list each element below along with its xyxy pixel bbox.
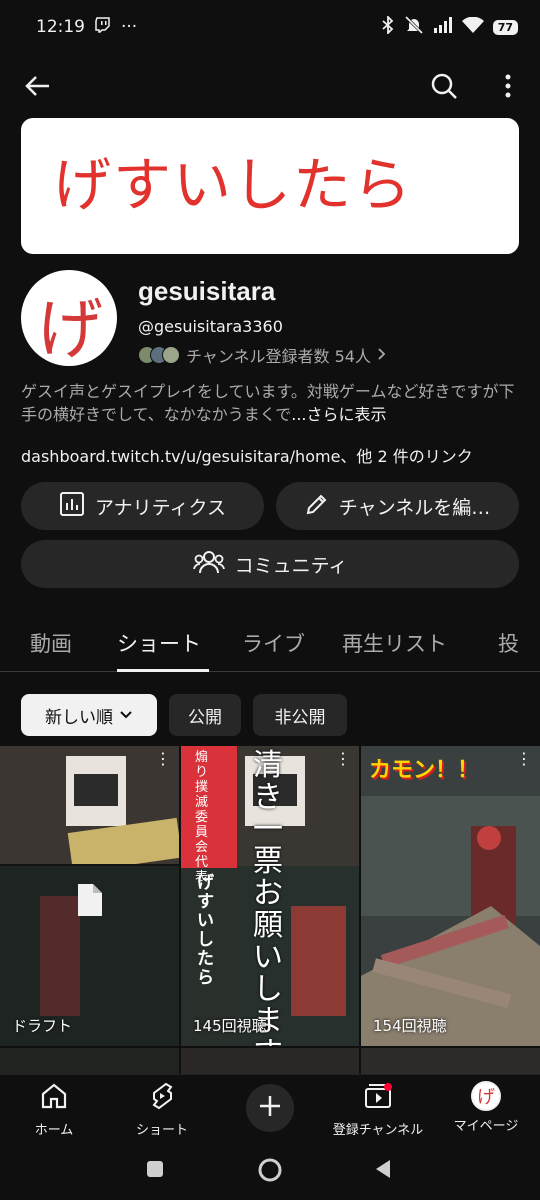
tab-videos[interactable]: 動画: [30, 628, 72, 658]
short-item[interactable]: 煽り撲滅委員会代表 げすいしたら 清き一票お願いします ⋮ 145回視聴: [181, 746, 359, 1046]
short-more-icon[interactable]: ⋮: [335, 751, 351, 767]
short-item[interactable]: [361, 1048, 540, 1076]
community-label: コミュニティ: [234, 554, 348, 577]
nav-shorts-label: ショート: [135, 1123, 188, 1138]
short-item[interactable]: ⋮ ドラフト: [0, 746, 179, 1046]
recents-icon[interactable]: [144, 1158, 166, 1180]
subscriber-avatars: [138, 346, 180, 364]
short-item[interactable]: [0, 1048, 179, 1076]
channel-tabs: 動画 ショート ライブ 再生リスト 投: [0, 612, 540, 672]
edit-channel-button[interactable]: チャンネルを編…: [276, 482, 519, 530]
pencil-icon: [305, 492, 329, 521]
plus-icon: [257, 1093, 283, 1123]
channel-avatar[interactable]: げ: [21, 270, 117, 366]
analytics-label: アナリティクス: [95, 496, 226, 519]
nav-subscriptions-label: 登録チャンネル: [332, 1123, 424, 1138]
chevron-down-icon: [119, 705, 133, 725]
search-icon[interactable]: [424, 68, 464, 104]
subscriber-row[interactable]: チャンネル登録者数 54人: [138, 343, 387, 367]
nav-mypage[interactable]: げ マイページ: [432, 1081, 540, 1134]
name-text: げすいしたら: [197, 873, 214, 988]
system-navigation: [0, 1144, 540, 1200]
back-icon[interactable]: [20, 68, 56, 104]
nav-home[interactable]: ホーム: [0, 1081, 108, 1138]
status-time: 12:19: [36, 17, 85, 37]
nav-shorts[interactable]: ショート: [108, 1081, 216, 1138]
short-more-icon[interactable]: ⋮: [516, 751, 532, 767]
status-bar: 12:19 ··· 77: [0, 0, 540, 54]
mypage-avatar: げ: [471, 1081, 501, 1111]
back-system-icon[interactable]: [372, 1158, 394, 1180]
channel-handle: @gesuisitara3360: [138, 317, 283, 336]
signal-icon: [433, 16, 453, 38]
vertical-caption: 清き一票お願いします: [253, 748, 283, 1047]
wifi-icon: [461, 16, 484, 38]
short-label: 154回視聴: [373, 1017, 447, 1035]
analytics-icon: [59, 491, 85, 522]
title-text: カモン！！: [369, 758, 480, 783]
badge-text: 煽り撲滅委員会代表: [195, 750, 209, 885]
subscriptions-icon: [363, 1081, 393, 1115]
tab-posts[interactable]: 投: [498, 628, 519, 658]
more-notifications-icon: ···: [121, 17, 138, 37]
filter-public-chip[interactable]: 公開: [169, 694, 241, 736]
analytics-button[interactable]: アナリティクス: [21, 482, 264, 530]
battery-icon: 77: [492, 19, 518, 35]
community-button[interactable]: コミュニティ: [21, 540, 519, 588]
nav-mypage-label: マイページ: [453, 1119, 519, 1134]
channel-description[interactable]: ゲスイ声とゲスイプレイをしています。対戦ゲームなど好きですが下手の横好きでして、…: [21, 380, 521, 426]
filter-private-chip[interactable]: 非公開: [253, 694, 347, 736]
short-item[interactable]: カモン！！ ⋮ 154回視聴: [361, 746, 540, 1046]
nav-home-label: ホーム: [34, 1123, 74, 1138]
nav-subscriptions[interactable]: 登録チャンネル: [324, 1081, 432, 1138]
channel-name: gesuisitara: [138, 276, 276, 306]
short-thumbnail: [361, 746, 540, 1046]
description-text: ゲスイ声とゲスイプレイをしています。対戦ゲームなど好きですが下手の横好きでして、…: [21, 382, 515, 424]
tab-playlists[interactable]: 再生リスト: [342, 628, 447, 658]
bluetooth-icon: [381, 14, 395, 39]
top-bar: [0, 60, 540, 112]
mute-icon: [404, 15, 424, 40]
bottom-navigation: ホーム ショート 登録チャンネル げ マイページ: [0, 1074, 540, 1144]
channel-banner[interactable]: げすいしたら: [21, 118, 519, 254]
people-icon: [192, 549, 225, 580]
short-label: ドラフト: [12, 1017, 73, 1035]
create-button[interactable]: [246, 1084, 294, 1132]
sort-chip[interactable]: 新しい順: [21, 694, 157, 736]
show-more-link[interactable]: ...さらに表示: [291, 405, 386, 424]
active-tab-indicator: [117, 669, 209, 672]
short-label: 145回視聴: [193, 1017, 267, 1035]
home-icon: [39, 1081, 69, 1115]
banner-text: げすいしたら: [53, 151, 414, 219]
shorts-icon: [147, 1081, 177, 1115]
tab-shorts[interactable]: ショート: [117, 628, 201, 658]
channel-links[interactable]: dashboard.twitch.tv/u/gesuisitara/home、他…: [21, 443, 473, 467]
short-item[interactable]: [181, 1048, 359, 1076]
avatar-text: げ: [37, 291, 103, 366]
tab-live[interactable]: ライブ: [242, 628, 305, 658]
draft-document-icon: [76, 884, 102, 920]
shorts-grid: ⋮ ドラフト 煽り撲滅委員会代表 げすいしたら 清き一票お願いします ⋮ 145…: [0, 746, 540, 1076]
twitch-icon: [95, 16, 111, 38]
chevron-right-icon: [377, 346, 387, 365]
sort-label: 新しい順: [45, 707, 113, 728]
subscriber-count: チャンネル登録者数 54人: [186, 347, 371, 366]
more-vert-icon[interactable]: [494, 68, 522, 104]
short-more-icon[interactable]: ⋮: [155, 751, 171, 767]
home-system-icon[interactable]: [256, 1156, 284, 1184]
edit-channel-label: チャンネルを編…: [338, 496, 491, 519]
